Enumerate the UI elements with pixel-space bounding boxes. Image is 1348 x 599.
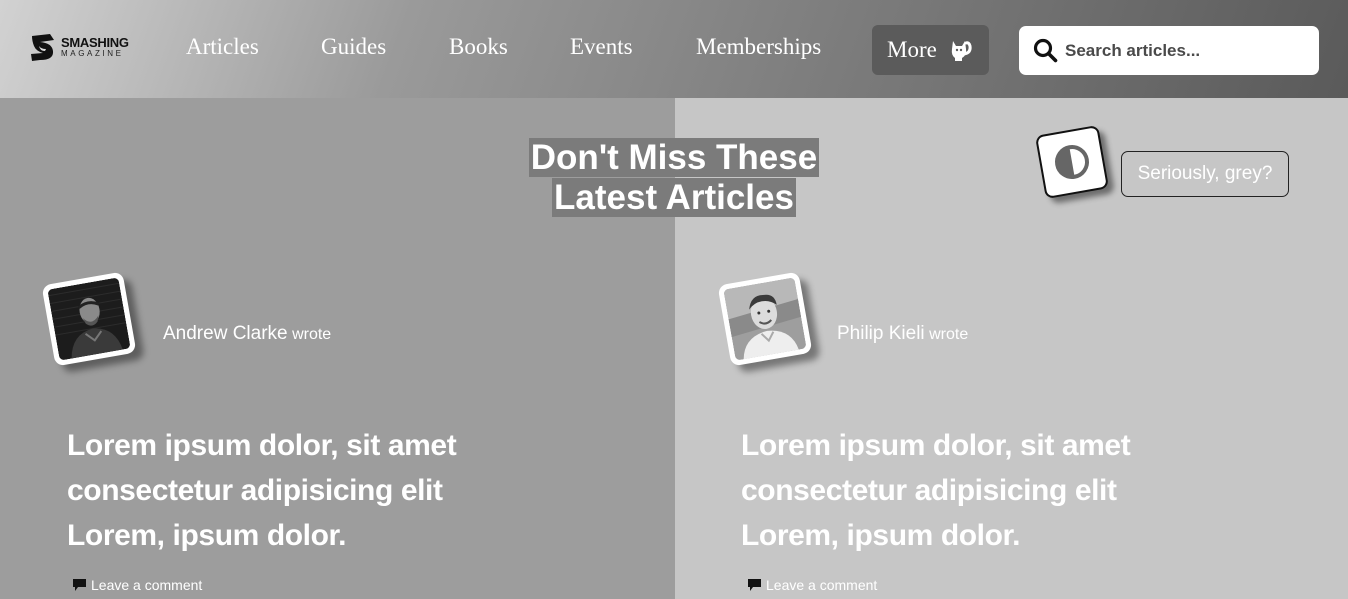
- logo-wordmark-bottom: MAGAZINE: [61, 49, 124, 58]
- author-avatar-andrew-clarke[interactable]: [41, 271, 137, 367]
- section-title: Don't Miss These Latest Articles: [474, 138, 874, 218]
- contrast-toggle-button[interactable]: [1034, 124, 1110, 200]
- author-line: Andrew Clarke wrote: [163, 323, 331, 345]
- leave-comment-label: Leave a comment: [766, 577, 878, 593]
- smashing-logo-icon: [31, 34, 54, 61]
- more-button-label: More: [887, 37, 937, 62]
- comment-icon: [73, 579, 86, 591]
- contrast-icon: [1054, 144, 1089, 179]
- author-line: Philip Kieli wrote: [837, 323, 968, 345]
- author-wrote: wrote: [292, 326, 332, 343]
- search-box: [1019, 26, 1319, 75]
- section-title-text: Don't Miss These Latest Articles: [528, 138, 820, 217]
- smashing-logo[interactable]: SMASHING MAGAZINE: [28, 30, 148, 64]
- nav-books[interactable]: Books: [449, 34, 508, 60]
- search-input[interactable]: [1065, 40, 1315, 61]
- logo-wordmark: SMASHING MAGAZINE: [61, 36, 129, 58]
- seriously-grey-button[interactable]: Seriously, grey?: [1121, 151, 1289, 197]
- more-button[interactable]: More: [872, 25, 989, 75]
- author-photo-image: [723, 277, 807, 361]
- author-photo: [47, 277, 131, 361]
- author-avatar-philip-kieli[interactable]: [717, 271, 813, 367]
- leave-comment-label: Leave a comment: [91, 577, 203, 593]
- nav-guides[interactable]: Guides: [321, 34, 386, 60]
- author-photo: [723, 277, 807, 361]
- comment-icon: [748, 579, 761, 591]
- search-icon: [1033, 38, 1058, 63]
- logo-wordmark-top: SMASHING: [61, 35, 129, 50]
- author-name[interactable]: Philip Kieli: [837, 323, 925, 344]
- author-name[interactable]: Andrew Clarke: [163, 323, 288, 344]
- nav-memberships[interactable]: Memberships: [696, 34, 821, 60]
- site-header: SMASHING MAGAZINE Articles Guides Books …: [0, 0, 1348, 98]
- nav-articles[interactable]: Articles: [186, 34, 259, 60]
- leave-comment-link[interactable]: Leave a comment: [747, 577, 877, 593]
- author-wrote: wrote: [929, 326, 969, 343]
- article-title[interactable]: Lorem ipsum dolor, sit amet consectetur …: [741, 423, 1161, 558]
- cat-icon: [951, 41, 972, 61]
- leave-comment-link[interactable]: Leave a comment: [72, 577, 202, 593]
- article-title[interactable]: Lorem ipsum dolor, sit amet consectetur …: [67, 423, 487, 558]
- author-photo-image: [47, 277, 131, 361]
- nav-events[interactable]: Events: [570, 34, 633, 60]
